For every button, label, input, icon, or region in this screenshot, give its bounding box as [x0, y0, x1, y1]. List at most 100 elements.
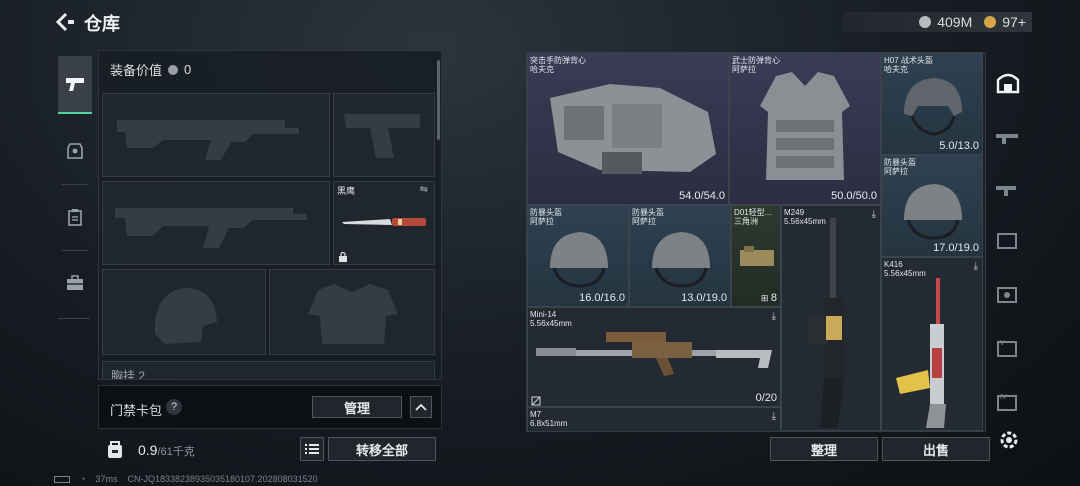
expand-button[interactable] — [410, 396, 432, 418]
armor-silhouette-icon — [308, 284, 398, 344]
item-name: D01轻型... 三角洲 — [734, 208, 772, 226]
armor-slot[interactable] — [269, 269, 435, 355]
melee-name: 黑鹰 — [337, 186, 356, 196]
ping-text: 37ms — [95, 474, 118, 484]
helmet-icon — [550, 232, 608, 288]
item-name: 突击手防弹背心 哈夫克 — [530, 56, 586, 74]
secondary-weapon-slot[interactable] — [102, 181, 330, 265]
back-button[interactable] — [52, 10, 76, 34]
settings-gear-icon[interactable] — [997, 428, 1021, 452]
item-k416[interactable]: K416 5.56x45mm ⤓ — [881, 257, 983, 431]
machine-gun-icon — [808, 218, 844, 428]
item-durability: 5.0/13.0 — [939, 140, 979, 152]
warehouse-tab-armor-icon[interactable] — [994, 282, 1022, 306]
loadout-panel: 黑鹰 ⇋ 胸挂 2 — [98, 50, 442, 380]
helmet-icon — [904, 184, 962, 240]
coin-icon — [168, 64, 179, 75]
item-assault-vest[interactable]: 突击手防弹背心 哈夫克 54.0/54.0 — [527, 53, 729, 205]
list-icon — [305, 444, 319, 454]
warehouse-tab-v-icon[interactable]: V — [994, 336, 1022, 360]
ammo-box-icon — [740, 246, 774, 266]
item-count: ⊞ 8 — [760, 292, 777, 304]
build-id: CN-JQ18338238935035180107.202808031520 — [127, 474, 318, 484]
helmet-silhouette-icon — [154, 288, 217, 344]
chevron-up-icon — [415, 403, 427, 411]
chest-rig-section[interactable]: 胸挂 2 — [102, 361, 435, 380]
warehouse-tab-smg-icon[interactable] — [994, 176, 1022, 200]
manage-button[interactable]: 管理 — [312, 396, 402, 418]
item-m7[interactable]: M7 6.8x51mm ⤓ — [527, 407, 781, 431]
rifle-silhouette-icon — [117, 120, 299, 160]
helmet-icon — [652, 232, 710, 288]
clipboard-icon — [68, 209, 82, 226]
item-durability: 50.0/50.0 — [831, 190, 877, 202]
loadout-scrollbar[interactable] — [437, 60, 440, 140]
rifle-icon — [896, 278, 946, 428]
melee-slot[interactable]: 黑鹰 ⇋ — [333, 181, 435, 265]
item-durability: 17.0/19.0 — [933, 242, 979, 254]
warehouse-grid: 突击手防弹背心 哈夫克 54.0/54.0 武士防弹背心 阿萨拉 50.0/50… — [526, 52, 986, 432]
item-name: K416 5.56x45mm — [884, 260, 926, 278]
tab-backpack[interactable] — [58, 254, 92, 312]
no-insurance-icon — [531, 396, 541, 406]
tab-divider — [62, 250, 88, 251]
pistol-icon — [66, 78, 84, 91]
tab-armor[interactable] — [58, 122, 92, 180]
warehouse-tab-gear-icon[interactable] — [994, 228, 1022, 252]
warehouse-tab-iv-icon[interactable]: IV — [994, 390, 1022, 414]
list-button[interactable] — [300, 437, 324, 461]
svg-text:IV: IV — [1000, 394, 1007, 401]
help-icon[interactable]: ? — [166, 399, 182, 415]
equipment-value: 装备价值 0 — [110, 60, 191, 79]
currency-bar[interactable]: 409M 97+ — [842, 12, 1032, 32]
weight-current: 0.9 — [138, 442, 158, 458]
knife-icon — [342, 218, 426, 226]
item-mini14[interactable]: Mini-14 5.56x45mm ⤓ 0/20 — [527, 307, 781, 407]
tab-chest-rig[interactable] — [58, 188, 92, 246]
item-samurai-vest[interactable]: 武士防弹背心 阿萨拉 50.0/50.0 — [729, 53, 881, 205]
battery-icon — [54, 475, 70, 483]
status-footer: ◔ 37ms CN-JQ18338238935035180107.2028080… — [54, 474, 318, 484]
pistol-slot[interactable] — [333, 93, 435, 177]
tab-weapons[interactable] — [58, 56, 92, 114]
wifi-icon: ◔ — [80, 474, 86, 484]
vest-icon — [550, 84, 716, 174]
backpack-weight: 0.9/61千克 — [138, 442, 195, 459]
item-h07-helmet[interactable]: H07 战术头盔 哈夫克 5.0/13.0 — [881, 53, 983, 155]
warehouse-all-icon[interactable] — [994, 70, 1022, 94]
item-riot-helmet[interactable]: 防暴头盔 阿萨拉 13.0/19.0 — [629, 205, 731, 307]
item-name: 防暴头盔 阿萨拉 — [530, 208, 562, 226]
item-name: M7 6.8x51mm — [530, 410, 568, 428]
ticket-icon — [984, 16, 997, 28]
download-icon[interactable]: ⤓ — [772, 311, 776, 322]
warehouse-tabs: V IV — [990, 52, 1026, 432]
item-m249[interactable]: M249 5.56x45mm ⤓ — [781, 205, 881, 431]
item-name: 防暴头盔 阿萨拉 — [632, 208, 664, 226]
stack-icon: ⊞ — [760, 293, 771, 303]
armor-icon — [67, 143, 83, 159]
download-icon[interactable]: ⤓ — [772, 411, 776, 422]
helmet-icon — [904, 78, 962, 136]
warehouse-tab-rifle-icon[interactable] — [994, 124, 1022, 148]
helmet-slot[interactable] — [102, 269, 266, 355]
swap-icon[interactable]: ⇋ — [420, 184, 428, 195]
item-riot-helmet[interactable]: 防暴头盔 阿萨拉 16.0/16.0 — [527, 205, 629, 307]
sell-button[interactable]: 出售 — [882, 437, 990, 461]
lock-icon — [339, 252, 347, 262]
page-title: 仓库 — [84, 14, 120, 34]
vest-icon — [760, 72, 850, 180]
ticket-amount: 97+ — [1002, 14, 1026, 30]
transfer-all-button[interactable]: 转移全部 — [328, 437, 436, 461]
pistol-silhouette-icon — [344, 114, 420, 158]
download-icon[interactable]: ⤓ — [974, 261, 978, 272]
item-durability: 54.0/54.0 — [679, 190, 725, 202]
primary-weapon-slot[interactable] — [102, 93, 330, 177]
tab-divider — [58, 318, 90, 319]
item-d01-pack[interactable]: D01轻型... 三角洲 ⊞ 8 — [731, 205, 781, 307]
chest-rig-label: 胸挂 2 — [111, 369, 146, 380]
item-name: 防暴头盔 阿萨拉 — [884, 158, 916, 176]
sort-button[interactable]: 整理 — [770, 437, 878, 461]
briefcase-icon — [67, 275, 83, 290]
item-riot-helmet[interactable]: 防暴头盔 阿萨拉 17.0/19.0 — [881, 155, 983, 257]
rifle-silhouette-icon — [115, 208, 307, 248]
